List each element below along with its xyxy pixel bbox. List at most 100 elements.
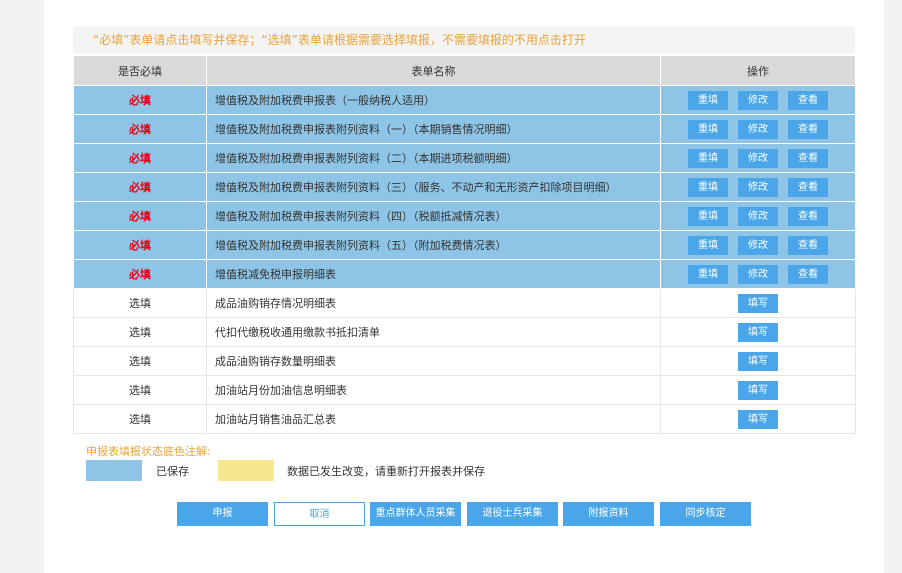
- table-row: 必填 增值税及附加税费申报表附列资料（四）（税额抵减情况表） 重填 修改 查看: [73, 201, 856, 231]
- actions-cell: 重填 修改 查看: [660, 172, 856, 202]
- table-row: 必填 增值税及附加税费申报表附列资料（三）（服务、不动产和无形资产扣除项目明细）重…: [73, 172, 856, 202]
- view-button[interactable]: 查看: [788, 90, 828, 110]
- header-actions: 操作: [660, 55, 856, 86]
- refill-button[interactable]: 重填: [688, 177, 728, 197]
- header-required: 是否必填: [73, 55, 207, 86]
- fill-in-button[interactable]: 填写: [738, 351, 778, 371]
- required-status-cell: 必填: [73, 143, 207, 173]
- form-name-cell: 加油站月份加油信息明细表: [206, 375, 661, 405]
- legend-title: 申报表填报状态底色注解:: [86, 445, 211, 458]
- submit-button[interactable]: 申报: [177, 502, 268, 526]
- required-status-cell: 选填: [73, 404, 207, 434]
- edit-button[interactable]: 修改: [738, 235, 778, 255]
- required-status-cell: 必填: [73, 114, 207, 144]
- form-name-cell: 增值税及附加税费申报表附列资料（二）（本期进项税额明细）: [206, 143, 661, 173]
- required-status-cell: 选填: [73, 346, 207, 376]
- actions-cell: 重填 修改 查看: [660, 230, 856, 260]
- table-row: 选填 成品油购销存数量明细表 填写: [73, 346, 856, 376]
- view-button[interactable]: 查看: [788, 235, 828, 255]
- forms-table: 是否必填 表单名称 操作 必填 增值税及附加税费申报表（一般纳税人适用） 重填 修改查…: [73, 55, 856, 434]
- table-row: 选填 加油站月份加油信息明细表 填写: [73, 375, 856, 405]
- refill-button[interactable]: 重填: [688, 148, 728, 168]
- refill-button[interactable]: 重填: [688, 264, 728, 284]
- table-row: 选填 代扣代缴税收通用缴款书抵扣清单 填写: [73, 317, 856, 347]
- refill-button[interactable]: 重填: [688, 90, 728, 110]
- required-status-cell: 必填: [73, 230, 207, 260]
- required-status-label: 选填: [129, 413, 151, 426]
- required-status-label: 选填: [129, 384, 151, 397]
- table-row: 必填 增值税及附加税费申报表（一般纳税人适用） 重填 修改 查看: [73, 85, 856, 115]
- instruction-notice: “必填”表单请点击填写并保存；“选填”表单请根据需要选择填报，不需要填报的不用点…: [73, 26, 855, 54]
- form-name-cell: 加油站月销售油品汇总表: [206, 404, 661, 434]
- veteran-collection-button[interactable]: 退役士兵采集: [467, 502, 558, 526]
- required-status-label: 必填: [129, 268, 151, 281]
- fill-in-button[interactable]: 填写: [738, 293, 778, 313]
- actions-cell: 填写: [660, 375, 856, 405]
- cancel-button[interactable]: 取消: [274, 502, 365, 526]
- required-status-label: 必填: [129, 123, 151, 136]
- saved-legend-label: 已保存: [156, 465, 189, 478]
- fill-in-button[interactable]: 填写: [738, 409, 778, 429]
- required-status-cell: 必填: [73, 201, 207, 231]
- actions-cell: 填写: [660, 317, 856, 347]
- edit-button[interactable]: 修改: [738, 177, 778, 197]
- actions-cell: 重填 修改 查看: [660, 114, 856, 144]
- view-button[interactable]: 查看: [788, 206, 828, 226]
- required-status-cell: 选填: [73, 317, 207, 347]
- sync-verify-button[interactable]: 同步核定: [660, 502, 751, 526]
- edit-button[interactable]: 修改: [738, 206, 778, 226]
- view-button[interactable]: 查看: [788, 264, 828, 284]
- table-row: 选填 成品油购销存情况明细表 填写: [73, 288, 856, 318]
- key-group-collection-button[interactable]: 重点群体人员采集: [370, 502, 461, 526]
- form-name-cell: 增值税及附加税费申报表（一般纳税人适用）: [206, 85, 661, 115]
- required-status-label: 选填: [129, 297, 151, 310]
- table-row: 必填 增值税及附加税费申报表附列资料（一）（本期销售情况明细） 重填 修改 查看: [73, 114, 856, 144]
- form-name-cell: 代扣代缴税收通用缴款书抵扣清单: [206, 317, 661, 347]
- refill-button[interactable]: 重填: [688, 235, 728, 255]
- table-row: 必填 增值税及附加税费申报表附列资料（五）（附加税费情况表） 重填 修改 查看: [73, 230, 856, 260]
- required-status-cell: 必填: [73, 172, 207, 202]
- edit-button[interactable]: 修改: [738, 90, 778, 110]
- actions-cell: 填写: [660, 346, 856, 376]
- table-row: 必填 增值税及附加税费申报表附列资料（二）（本期进项税额明细） 重填 修改 查看: [73, 143, 856, 173]
- form-name-cell: 增值税及附加税费申报表附列资料（一）（本期销售情况明细）: [206, 114, 661, 144]
- required-status-label: 必填: [129, 94, 151, 107]
- form-name-cell: 增值税减免税申报明细表: [206, 259, 661, 289]
- required-status-cell: 选填: [73, 288, 207, 318]
- edit-button[interactable]: 修改: [738, 148, 778, 168]
- actions-cell: 重填 修改 查看: [660, 85, 856, 115]
- attachment-button[interactable]: 附报资料: [563, 502, 654, 526]
- table-row: 选填 加油站月销售油品汇总表 填写: [73, 404, 856, 434]
- required-status-label: 必填: [129, 210, 151, 223]
- view-button[interactable]: 查看: [788, 177, 828, 197]
- form-name-cell: 增值税及附加税费申报表附列资料（四）（税额抵减情况表）: [206, 201, 661, 231]
- edit-button[interactable]: 修改: [738, 119, 778, 139]
- edit-button[interactable]: 修改: [738, 264, 778, 284]
- header-form-name: 表单名称: [206, 55, 661, 86]
- actions-cell: 填写: [660, 404, 856, 434]
- form-name-cell: 成品油购销存数量明细表: [206, 346, 661, 376]
- required-status-cell: 必填: [73, 259, 207, 289]
- actions-cell: 重填 修改 查看: [660, 201, 856, 231]
- actions-cell: 重填 修改 查看: [660, 143, 856, 173]
- changed-legend-label: 数据已发生改变，请重新打开报表并保存: [287, 465, 485, 478]
- form-name-cell: 成品油购销存情况明细表: [206, 288, 661, 318]
- refill-button[interactable]: 重填: [688, 119, 728, 139]
- required-status-cell: 选填: [73, 375, 207, 405]
- table-row: 必填 增值税减免税申报明细表 重填 修改 查看: [73, 259, 856, 289]
- required-status-label: 必填: [129, 181, 151, 194]
- fill-in-button[interactable]: 填写: [738, 322, 778, 342]
- required-status-label: 必填: [129, 152, 151, 165]
- changed-color-swatch: [218, 460, 274, 481]
- table-header-row: 是否必填 表单名称 操作: [73, 55, 856, 86]
- required-status-label: 选填: [129, 355, 151, 368]
- view-button[interactable]: 查看: [788, 119, 828, 139]
- fill-in-button[interactable]: 填写: [738, 380, 778, 400]
- view-button[interactable]: 查看: [788, 148, 828, 168]
- actions-cell: 重填 修改 查看: [660, 259, 856, 289]
- form-name-cell: 增值税及附加税费申报表附列资料（三）（服务、不动产和无形资产扣除项目明细）: [206, 172, 661, 202]
- required-status-label: 必填: [129, 239, 151, 252]
- actions-cell: 填写: [660, 288, 856, 318]
- refill-button[interactable]: 重填: [688, 206, 728, 226]
- form-name-cell: 增值税及附加税费申报表附列资料（五）（附加税费情况表）: [206, 230, 661, 260]
